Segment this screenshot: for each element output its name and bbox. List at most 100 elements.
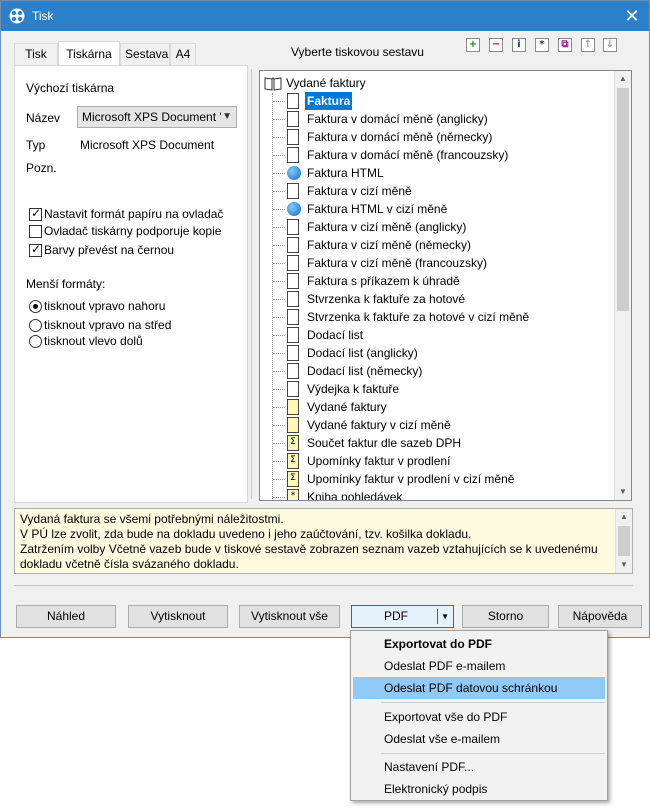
pdf-split-button[interactable]: PDF ▼ [351,605,454,628]
printer-name-label: Název [26,111,61,125]
tree-item-label: Stvrzenka k faktuře za hotové v cizí měn… [307,310,530,324]
scroll-down-icon[interactable]: ▼ [615,484,631,500]
menu-email-pdf[interactable]: Odeslat PDF e-mailem [353,655,605,677]
window-title: Tisk [32,9,54,23]
tree-item[interactable]: Faktura v domácí měně (anglicky) [273,110,613,128]
radio-top-right[interactable] [29,300,42,313]
menu-pdf-settings[interactable]: Nastavení PDF... [353,756,605,778]
star-icon[interactable]: * [535,38,549,52]
description-scrollbar[interactable]: ▲ ▼ [615,509,632,573]
tree-item[interactable]: Faktura v domácí měně (francouzsky) [273,146,613,164]
tree-connector [273,497,285,498]
pdf-button-label[interactable]: PDF [352,606,440,627]
tab-tisk[interactable]: Tisk [14,43,58,65]
tree-item[interactable]: Vydané faktury [273,398,613,416]
tree-item-label: Výdejka k faktuře [307,382,400,396]
menu-export-pdf[interactable]: Exportovat do PDF [353,633,605,655]
tree-connector [273,335,285,336]
tree-item[interactable]: Faktura v cizí měně (francouzsky) [273,254,613,272]
scroll-up-icon[interactable]: ▲ [616,509,632,525]
document-icon [287,219,299,235]
remove-icon[interactable]: − [489,38,503,52]
tree-item[interactable]: Σ Upomínky faktur v prodlení [273,452,613,470]
tree-item[interactable]: Dodací list [273,326,613,344]
chevron-down-icon: ▼ [222,111,232,122]
menu-email-all[interactable]: Odeslat vše e-mailem [353,728,605,750]
tree-scrollbar[interactable]: ▲ ▼ [614,71,631,500]
tree-item[interactable]: Dodací list (německy) [273,362,613,380]
help-button[interactable]: Nápověda [558,605,642,628]
menu-e-signature[interactable]: Elektronický podpis [353,778,605,800]
printer-type-value: Microsoft XPS Document [80,138,215,152]
grayscale-checkbox[interactable] [29,242,42,257]
document-icon [287,381,299,397]
tree-item-label: Faktura v cizí měně (francouzsky) [307,256,488,270]
add-icon[interactable]: + [466,38,480,52]
tree-item[interactable]: Stvrzenka k faktuře za hotové v cizí měn… [273,308,613,326]
cancel-button[interactable]: Storno [462,605,549,628]
scroll-thumb[interactable] [617,88,629,311]
chevron-down-icon[interactable]: ▼ [441,606,449,627]
scroll-down-icon[interactable]: ▼ [616,557,632,573]
tree-item[interactable]: Výdejka k faktuře [273,380,613,398]
tree-item[interactable]: Dodací list (anglicky) [273,344,613,362]
tree-item[interactable]: * Kniha pohledávek [273,488,613,500]
menu-export-all-pdf[interactable]: Exportovat vše do PDF [353,706,605,728]
document-icon [287,255,299,271]
tree-item-label: Faktura [305,92,353,110]
scroll-thumb[interactable] [618,526,630,556]
app-icon [9,8,25,24]
scroll-up-icon[interactable]: ▲ [615,71,631,87]
printer-tab-panel: Výchozí tiskárna Název Microsoft XPS Doc… [14,65,248,503]
radio-right-center[interactable] [29,319,42,332]
title-bar: Tisk ✕ [1,1,649,31]
tree-item[interactable]: Faktura v domácí měně (německy) [273,128,613,146]
tree-root-label: Vydané faktury [286,76,366,90]
preview-button[interactable]: Náhled [16,605,116,628]
tree-item[interactable]: Stvrzenka k faktuře za hotové [273,290,613,308]
tree-item[interactable]: Faktura v cizí měně (německy) [273,236,613,254]
document-icon [287,345,299,361]
close-button[interactable]: ✕ [615,1,649,31]
tree-item-label: Stvrzenka k faktuře za hotové [307,292,466,306]
tree-connector [273,245,285,246]
tree-item-label: Upomínky faktur v prodlení v cizí měně [307,472,515,486]
tree-item[interactable]: Faktura [273,92,613,110]
report-tree[interactable]: Vydané faktury Faktura Faktura v domácí m… [259,70,632,501]
tree-connector [273,353,285,354]
tree-item[interactable]: Faktura HTML [273,164,613,182]
tab-a4[interactable]: A4 [170,43,196,65]
tree-item-label: Faktura v domácí měně (francouzsky) [307,148,509,162]
copy-icon[interactable]: ⧉ [558,38,572,52]
driver-copies-checkbox[interactable] [29,225,42,238]
tree-item[interactable]: Faktura s příkazem k úhradě [273,272,613,290]
tree-connector [273,263,285,264]
tree-item-label: Faktura v domácí měně (anglicky) [307,112,488,126]
radio-bottom-left[interactable] [29,335,42,348]
open-book-icon [264,77,282,91]
print-button[interactable]: Vytisknout [128,605,228,628]
document-icon [287,363,299,379]
split-divider [437,609,438,624]
tab-tiskarna[interactable]: Tiskárna [58,41,120,65]
tree-item-label: Dodací list (německy) [307,364,423,378]
move-up-icon[interactable]: ↑ [581,38,595,52]
printer-name-select[interactable]: Microsoft XPS Document ' ▼ [77,106,237,128]
tree-item[interactable]: Faktura v cizí měně [273,182,613,200]
tree-item-label: Faktura v domácí měně (německy) [307,130,493,144]
list-document-icon [287,399,299,415]
info-icon[interactable]: i [512,38,526,52]
close-icon: ✕ [624,6,640,26]
tree-item[interactable]: Faktura HTML v cizí měně [273,200,613,218]
print-all-button[interactable]: Vytisknout vše [239,605,340,628]
tree-item[interactable]: Faktura v cizí měně (anglicky) [273,218,613,236]
move-down-icon[interactable]: ↓ [603,38,617,52]
tree-connector [273,479,285,480]
tree-connector [273,137,285,138]
menu-databox-pdf[interactable]: Odeslat PDF datovou schránkou [353,677,605,699]
tab-sestava[interactable]: Sestava [120,43,170,65]
tree-item[interactable]: Σ Součet faktur dle sazeb DPH [273,434,613,452]
tree-item[interactable]: Vydané faktury v cizí měně [273,416,613,434]
paper-format-checkbox[interactable] [29,206,42,221]
tree-item[interactable]: Σ Upomínky faktur v prodlení v cizí měně [273,470,613,488]
